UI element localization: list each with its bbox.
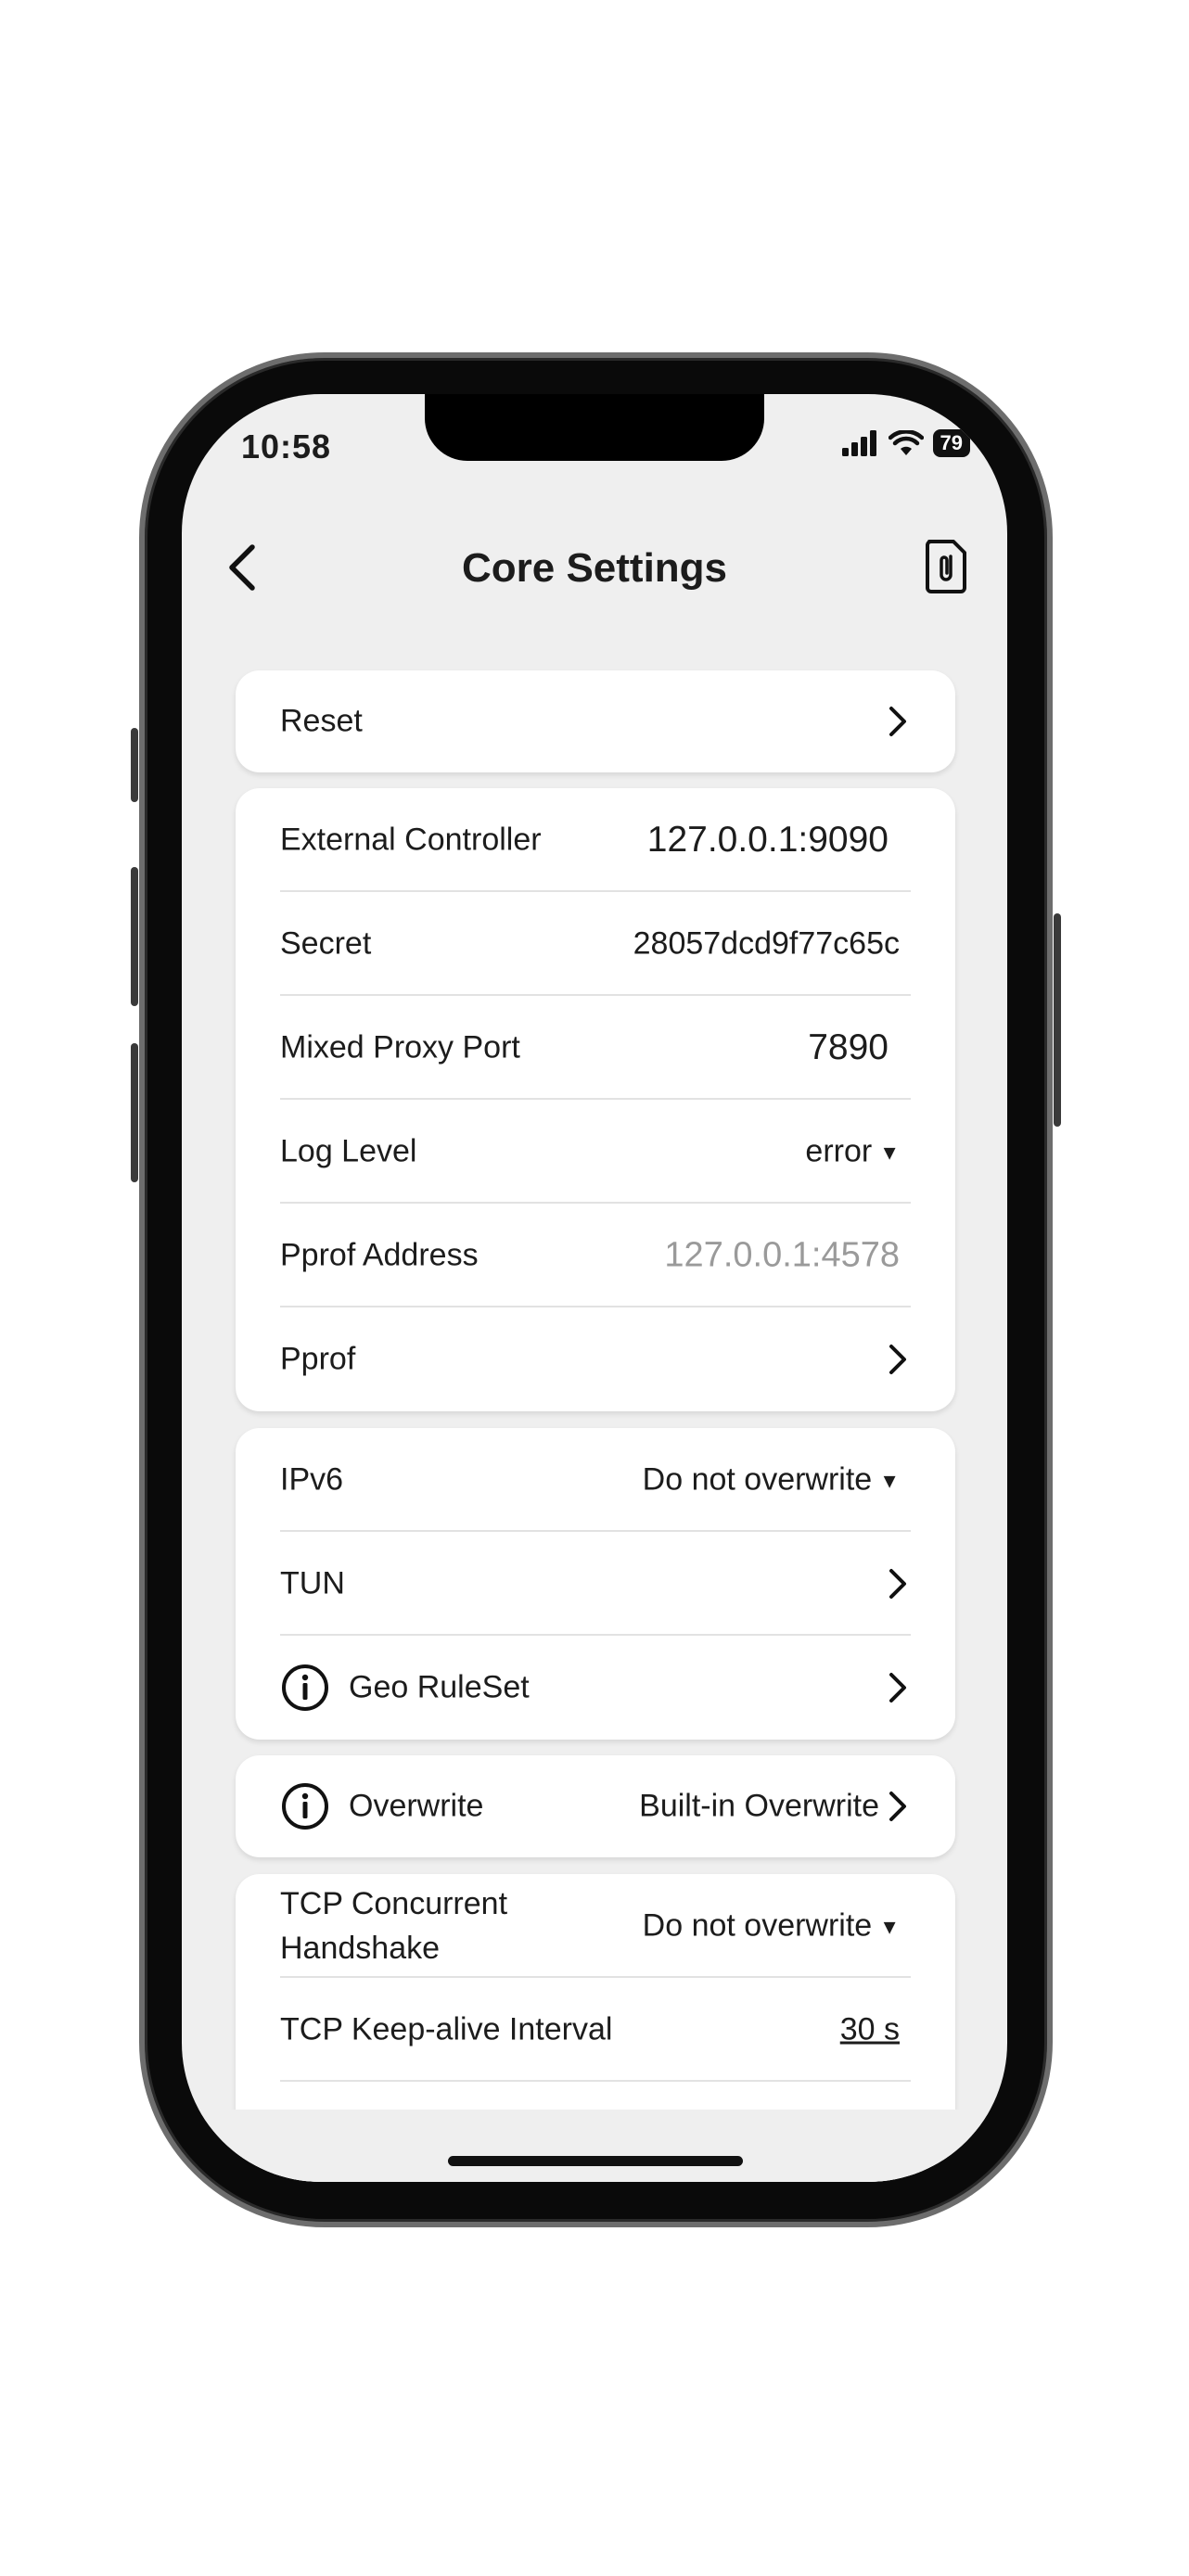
ipv6-value: Do not overwrite [642, 1461, 873, 1498]
external-controller-label: External Controller [280, 822, 542, 858]
chevron-right-icon [889, 707, 906, 736]
caret-down-icon: ▼ [879, 1469, 900, 1493]
volume-up-button [131, 867, 138, 1006]
header: Core Settings [182, 529, 1007, 603]
info-icon[interactable] [280, 1781, 330, 1831]
tcp-concurrent-dropdown[interactable]: Do not overwrite ▼ [643, 1908, 900, 1945]
page-title: Core Settings [461, 545, 728, 591]
info-icon[interactable] [280, 1663, 330, 1713]
overwrite-value: Built-in Overwrite [639, 1788, 879, 1824]
caret-down-icon: ▼ [879, 1915, 900, 1939]
pprof-address-input[interactable]: 127.0.0.1:4578 [664, 1236, 900, 1276]
geo-ruleset-label: Geo RuleSet [349, 1669, 530, 1705]
overwrite-row[interactable]: Overwrite Built-in Overwrite [236, 1755, 955, 1857]
signal-icon [841, 430, 876, 456]
secret-label: Secret [280, 925, 372, 962]
caret-down-icon: ▼ [879, 1141, 900, 1165]
reset-label: Reset [280, 703, 363, 739]
mixed-port-label: Mixed Proxy Port [280, 1029, 520, 1065]
mixed-port-input[interactable]: 7890 [808, 1027, 889, 1068]
tcp-concurrent-label-line1: TCP Concurrent [280, 1886, 508, 1921]
battery-icon: 79 [932, 429, 970, 457]
pprof-row[interactable]: Pprof [236, 1307, 955, 1411]
ipv6-dropdown[interactable]: Do not overwrite ▼ [643, 1462, 900, 1498]
controller-card: External Controller 127.0.0.1:9090 Secre… [236, 788, 955, 1411]
attachment-file-icon[interactable] [920, 538, 972, 593]
chevron-right-icon [889, 1569, 906, 1599]
secret-input[interactable]: 28057dcd9f77c65c [633, 926, 900, 963]
volume-down-button [131, 1043, 138, 1182]
mixed-port-row[interactable]: Mixed Proxy Port 7890 [236, 996, 955, 1100]
wifi-icon [888, 430, 924, 455]
pprof-address-row[interactable]: Pprof Address 127.0.0.1:4578 [236, 1204, 955, 1307]
home-indicator [448, 2156, 743, 2166]
secret-row[interactable]: Secret 28057dcd9f77c65c [236, 892, 955, 996]
reset-card: Reset [236, 670, 955, 772]
bottom-fade [182, 2110, 1007, 2182]
overwrite-card: Overwrite Built-in Overwrite [236, 1755, 955, 1857]
log-level-row[interactable]: Log Level error ▼ [236, 1100, 955, 1204]
chevron-right-icon [889, 1673, 906, 1702]
screen: 10:58 79 Core Settings Reset External Co… [182, 394, 1007, 2182]
tun-label: TUN [280, 1565, 345, 1601]
tcp-keepalive-label: TCP Keep-alive Interval [280, 2011, 613, 2047]
overwrite-label: Overwrite [349, 1788, 484, 1824]
log-level-label: Log Level [280, 1133, 417, 1169]
ipv6-row[interactable]: IPv6 Do not overwrite ▼ [236, 1428, 955, 1532]
pprof-label: Pprof [280, 1341, 356, 1377]
pprof-address-label: Pprof Address [280, 1237, 479, 1273]
ipv6-label: IPv6 [280, 1461, 344, 1498]
notch [425, 394, 764, 461]
tcp-concurrent-value: Do not overwrite [642, 1907, 873, 1944]
status-time: 10:58 [241, 427, 332, 465]
geo-ruleset-row[interactable]: Geo RuleSet [236, 1636, 955, 1740]
tun-row[interactable]: TUN [236, 1532, 955, 1636]
tcp-concurrent-label: TCP Concurrent Handshake [280, 1881, 507, 1970]
network-card: IPv6 Do not overwrite ▼ TUN Geo RuleSet [236, 1428, 955, 1740]
chevron-right-icon [889, 1345, 906, 1374]
external-controller-row[interactable]: External Controller 127.0.0.1:9090 [236, 788, 955, 892]
tcp-concurrent-label-line2: Handshake [280, 1931, 441, 1966]
log-level-value: error [805, 1133, 873, 1169]
tcp-keepalive-value[interactable]: 30 s [840, 2012, 900, 2048]
tcp-concurrent-row[interactable]: TCP Concurrent Handshake Do not overwrit… [236, 1874, 955, 1978]
chevron-right-icon [889, 1792, 906, 1821]
power-button [1054, 913, 1061, 1127]
tcp-keepalive-row[interactable]: TCP Keep-alive Interval 30 s [236, 1978, 955, 2082]
log-level-dropdown[interactable]: error ▼ [805, 1134, 900, 1170]
status-icons: 79 [841, 429, 970, 457]
external-controller-input[interactable]: 127.0.0.1:9090 [647, 820, 889, 861]
mute-switch [131, 728, 138, 802]
reset-row[interactable]: Reset [236, 670, 955, 772]
